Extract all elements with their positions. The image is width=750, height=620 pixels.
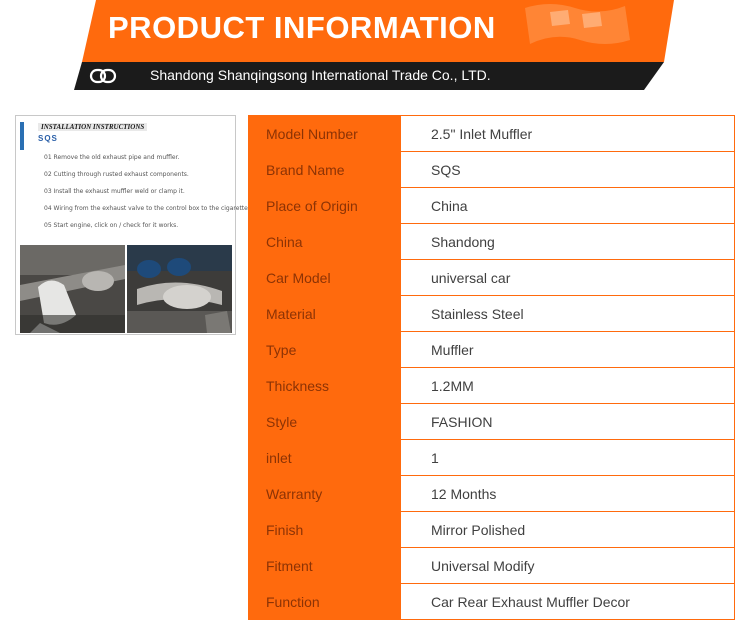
spec-label: Brand Name [249,152,400,188]
spec-row-thickness: Thickness 1.2MM [249,368,734,404]
spec-label: Function [249,584,400,619]
spec-value: 1.2MM [400,368,734,404]
thumbnail-logo: SQS [38,134,58,143]
spec-row-province: China Shandong [249,224,734,260]
spec-row-fitment: Fitment Universal Modify [249,548,734,584]
spec-label: Car Model [249,260,400,296]
page-title: PRODUCT INFORMATION [108,10,496,45]
spec-label: Thickness [249,368,400,404]
spec-row-inlet: inlet 1 [249,440,734,476]
link-icon [89,68,117,84]
spec-value: China [400,188,734,224]
spec-row-material: Material Stainless Steel [249,296,734,332]
spec-label: inlet [249,440,400,476]
installation-steps: 01 Remove the old exhaust pipe and muffl… [44,154,271,239]
company-name: Shandong Shanqingsong International Trad… [150,67,491,83]
spec-label: Place of Origin [249,188,400,224]
spec-value: SQS [400,152,734,188]
spec-value: Stainless Steel [400,296,734,332]
spec-value: universal car [400,260,734,296]
spec-label: Type [249,332,400,368]
spec-label: Style [249,404,400,440]
installation-step: 05 Start engine, click on / check for it… [44,222,179,229]
spec-row-style: Style FASHION [249,404,734,440]
spec-row-brand-name: Brand Name SQS [249,152,734,188]
header-banner: PRODUCT INFORMATION Shandong Shanqingson… [0,0,750,92]
installation-step: 01 Remove the old exhaust pipe and muffl… [44,154,180,161]
spec-value: Universal Modify [400,548,734,584]
installation-thumbnail[interactable]: INSTALLATION INSTRUCTIONS SQS 01 Remove … [15,115,271,335]
installation-photo-muffler [127,245,232,333]
spec-label: Model Number [249,116,400,152]
spec-label: Fitment [249,548,400,584]
spec-value: Car Rear Exhaust Muffler Decor [400,584,734,619]
spec-label: Warranty [249,476,400,512]
spec-value: 1 [400,440,734,476]
spec-row-model-number: Model Number 2.5" Inlet Muffler [249,116,734,152]
installation-step: 02 Cutting through rusted exhaust compon… [44,171,189,178]
spec-row-function: Function Car Rear Exhaust Muffler Decor [249,584,734,619]
product-spec-table: Model Number 2.5" Inlet Muffler Brand Na… [248,115,735,620]
spec-value: 2.5" Inlet Muffler [400,116,734,152]
thumbnail-accent-bar [20,122,24,150]
spec-row-car-model: Car Model universal car [249,260,734,296]
spec-row-warranty: Warranty 12 Months [249,476,734,512]
installation-photo-hand [20,245,125,333]
spec-value: Muffler [400,332,734,368]
spec-label: Material [249,296,400,332]
spec-value: Mirror Polished [400,512,734,548]
spec-value: 12 Months [400,476,734,512]
flag-decoration-icon [525,4,630,44]
installation-step: 04 Wiring from the exhaust valve to the … [44,205,271,212]
spec-row-finish: Finish Mirror Polished [249,512,734,548]
installation-step: 03 Install the exhaust muffler weld or c… [44,188,185,195]
spec-row-type: Type Muffler [249,332,734,368]
thumbnail-title: INSTALLATION INSTRUCTIONS [38,123,148,131]
spec-label: China [249,224,400,260]
spec-row-place-of-origin: Place of Origin China [249,188,734,224]
spec-value: Shandong [400,224,734,260]
spec-label: Finish [249,512,400,548]
spec-value: FASHION [400,404,734,440]
